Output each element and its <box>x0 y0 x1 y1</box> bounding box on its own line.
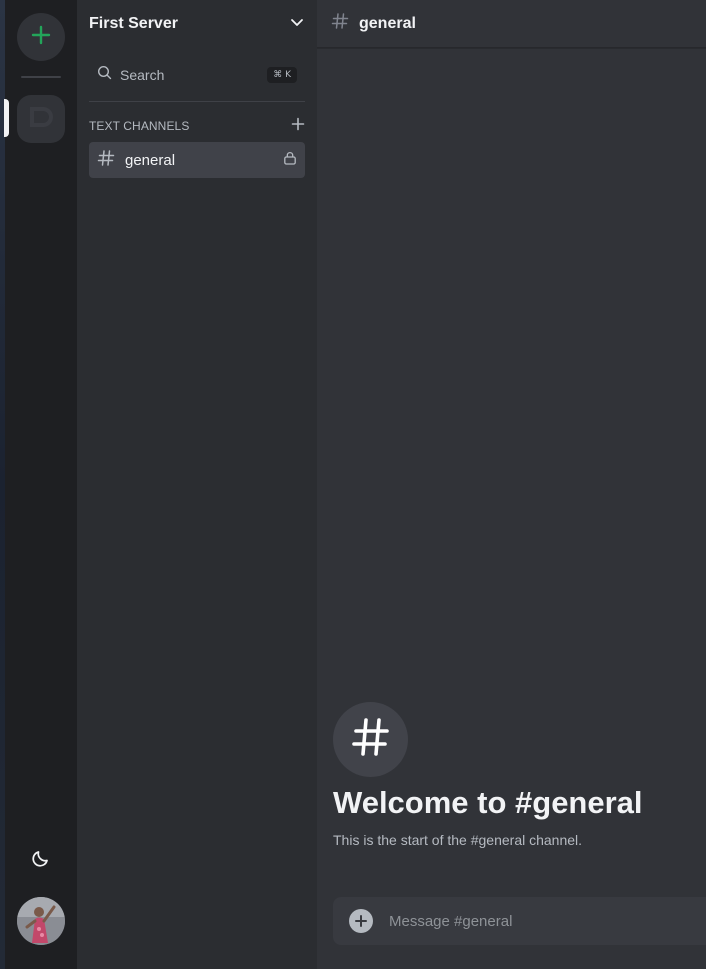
plus-circle-icon <box>355 915 367 927</box>
add-server-button[interactable] <box>17 13 65 61</box>
hash-icon <box>331 12 349 35</box>
attach-button[interactable] <box>349 909 373 933</box>
sidebar-divider <box>89 101 305 102</box>
category-label: TEXT CHANNELS <box>89 119 190 133</box>
server-name: First Server <box>89 15 178 32</box>
hash-icon <box>97 149 115 172</box>
server-header[interactable]: First Server <box>77 0 317 48</box>
plus-icon <box>30 24 52 51</box>
selected-server-indicator <box>4 99 9 137</box>
category-text-channels: TEXT CHANNELS <box>89 116 305 136</box>
welcome-subtitle: This is the start of the #general channe… <box>333 832 583 848</box>
moon-icon <box>31 848 51 873</box>
channel-header: general <box>317 0 706 48</box>
welcome-channel-icon <box>333 702 408 777</box>
lock-icon <box>283 151 297 170</box>
add-channel-button[interactable] <box>291 117 305 136</box>
channel-name: general <box>125 151 176 169</box>
rail-separator <box>21 76 61 78</box>
search-shortcut: ⌘ K <box>267 67 297 83</box>
search-button[interactable]: Search ⌘ K <box>89 60 305 90</box>
message-input[interactable] <box>389 897 690 945</box>
search-icon <box>97 65 112 85</box>
app-window: First Server Search ⌘ K TEXT CHANNELS ge… <box>0 0 706 969</box>
server-rail <box>4 0 77 969</box>
channel-sidebar: First Server Search ⌘ K TEXT CHANNELS ge… <box>77 0 317 969</box>
hash-icon <box>350 716 392 763</box>
welcome-title: Welcome to #general <box>333 785 643 820</box>
avatar-image <box>17 897 65 945</box>
channel-title: general <box>359 14 416 32</box>
plus-icon <box>291 117 305 130</box>
chevron-down-icon <box>289 14 305 35</box>
message-composer <box>333 897 706 945</box>
server-icon-first-server[interactable] <box>17 95 65 143</box>
chat-area: general Welcome to #general This is the … <box>317 0 706 969</box>
server-logo-icon <box>26 102 56 137</box>
theme-toggle-button[interactable] <box>29 848 53 872</box>
channel-item-general[interactable]: general <box>89 142 305 178</box>
user-avatar[interactable] <box>17 897 65 945</box>
search-label: Search <box>120 67 165 83</box>
